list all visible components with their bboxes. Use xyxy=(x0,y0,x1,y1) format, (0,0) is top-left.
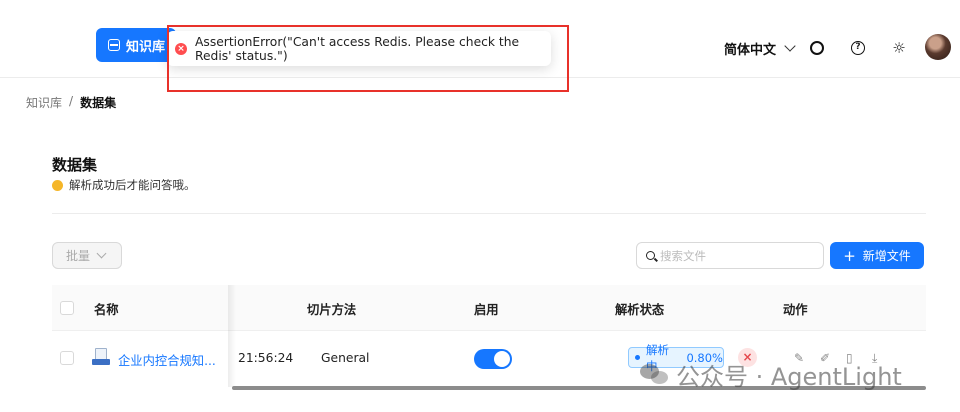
wechat-icon xyxy=(640,362,670,386)
knowledge-base-label: 知识库 xyxy=(126,39,166,55)
knowledge-base-button[interactable]: 知识库 xyxy=(96,28,176,62)
file-name-link[interactable]: 企业内控合规知... xyxy=(118,351,216,369)
breadcrumb-current: 数据集 xyxy=(80,96,117,110)
row-checkbox[interactable] xyxy=(60,351,74,365)
help-icon[interactable]: ? xyxy=(846,36,870,60)
upload-time: 21:56:24 xyxy=(238,351,294,365)
avatar[interactable] xyxy=(925,34,951,60)
fixed-column-shadow xyxy=(228,285,236,387)
watermark-text: 公众号 · AgentLight xyxy=(676,362,902,391)
enable-toggle[interactable] xyxy=(474,349,512,369)
page-hint: 解析成功后才能问答哦。 xyxy=(52,177,196,193)
table-header: 名称 切片方法 启用 解析状态 动作 xyxy=(52,285,926,331)
toggle-knob xyxy=(494,351,510,367)
document-icon xyxy=(92,348,110,365)
sun-icon[interactable]: ☼ xyxy=(887,36,911,60)
chevron-down-icon xyxy=(784,39,796,52)
database-icon xyxy=(108,39,120,51)
search-placeholder: 搜索文件 xyxy=(660,248,706,263)
search-input[interactable]: 搜索文件 xyxy=(636,242,824,269)
page-title: 数据集 xyxy=(52,156,98,174)
plus-icon: + xyxy=(843,246,856,265)
breadcrumb-separator: / xyxy=(69,94,74,108)
column-parse-status: 解析状态 xyxy=(615,303,665,317)
breadcrumb-parent[interactable]: 知识库 xyxy=(26,94,62,111)
breadcrumb: 知识库 / 数据集 xyxy=(26,94,116,111)
divider xyxy=(52,213,926,214)
add-file-button[interactable]: + 新增文件 xyxy=(830,242,924,269)
hint-text: 解析成功后才能问答哦。 xyxy=(69,178,196,192)
emoji-icon xyxy=(52,179,63,191)
chevron-down-icon xyxy=(96,248,107,259)
add-file-label: 新增文件 xyxy=(862,249,911,263)
github-icon[interactable] xyxy=(805,36,829,60)
column-name: 名称 xyxy=(94,303,119,317)
chunk-method-value[interactable]: General xyxy=(321,351,369,365)
language-selector[interactable]: 简体中文 xyxy=(724,36,796,60)
search-icon xyxy=(646,251,655,260)
language-label: 简体中文 xyxy=(724,42,777,58)
wechat-watermark: 公众号 · AgentLight xyxy=(640,357,902,391)
batch-label: 批量 xyxy=(66,249,91,263)
column-enabled: 启用 xyxy=(474,303,499,317)
batch-dropdown[interactable]: 批量 xyxy=(52,242,122,269)
highlight-annotation-box xyxy=(167,25,569,92)
select-all-checkbox[interactable] xyxy=(60,301,74,315)
column-action: 动作 xyxy=(783,303,808,317)
column-chunk-method: 切片方法 xyxy=(307,303,357,317)
